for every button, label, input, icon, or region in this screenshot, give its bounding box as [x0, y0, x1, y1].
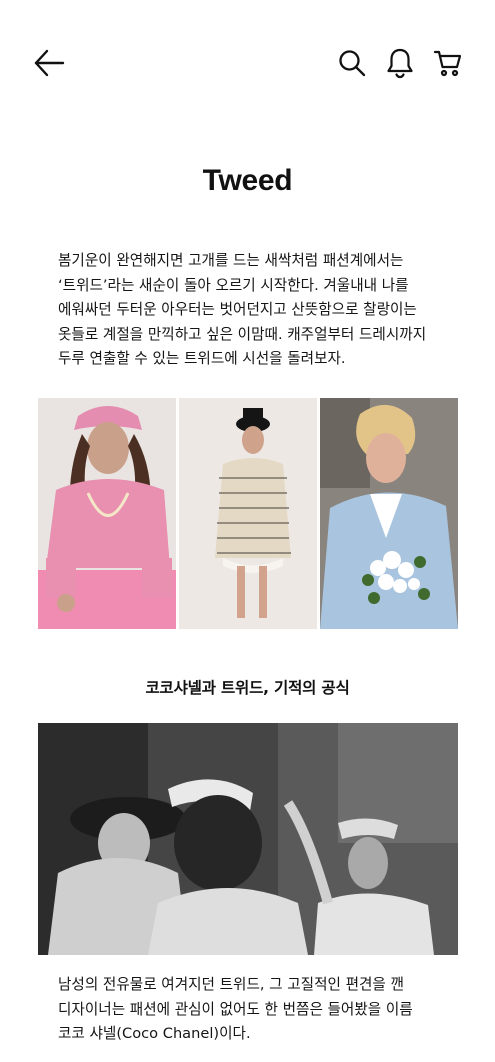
- coco-chanel-fitting-photo: [38, 723, 458, 955]
- search-icon: [337, 48, 367, 78]
- notification-button[interactable]: [385, 47, 415, 79]
- light-blue-tweed-jacket-photo: [320, 398, 458, 629]
- arrow-left-icon: [32, 46, 66, 80]
- cart-icon: [433, 48, 463, 78]
- intro-paragraph: 봄기운이 완연해지면 고개를 드는 새싹처럼 패션계에서는 ‘트위드’라는 새순…: [58, 252, 427, 367]
- section-heading: 코코샤넬과 트위드, 기적의 공식: [145, 679, 350, 697]
- photo-collage: [38, 398, 458, 629]
- cart-button[interactable]: [433, 48, 463, 78]
- top-app-bar: [0, 0, 495, 125]
- bell-icon: [385, 47, 415, 79]
- page-title: Tweed: [202, 164, 293, 197]
- back-button[interactable]: [32, 46, 66, 80]
- pink-tweed-outfit-photo: [38, 398, 176, 629]
- cream-tweed-dress-photo: [179, 398, 317, 629]
- section-body-paragraph: 남성의 전유물로 여겨지던 트위드, 그 고질적인 편견을 깬 디자이너는 패션…: [58, 976, 413, 1042]
- search-button[interactable]: [337, 48, 367, 78]
